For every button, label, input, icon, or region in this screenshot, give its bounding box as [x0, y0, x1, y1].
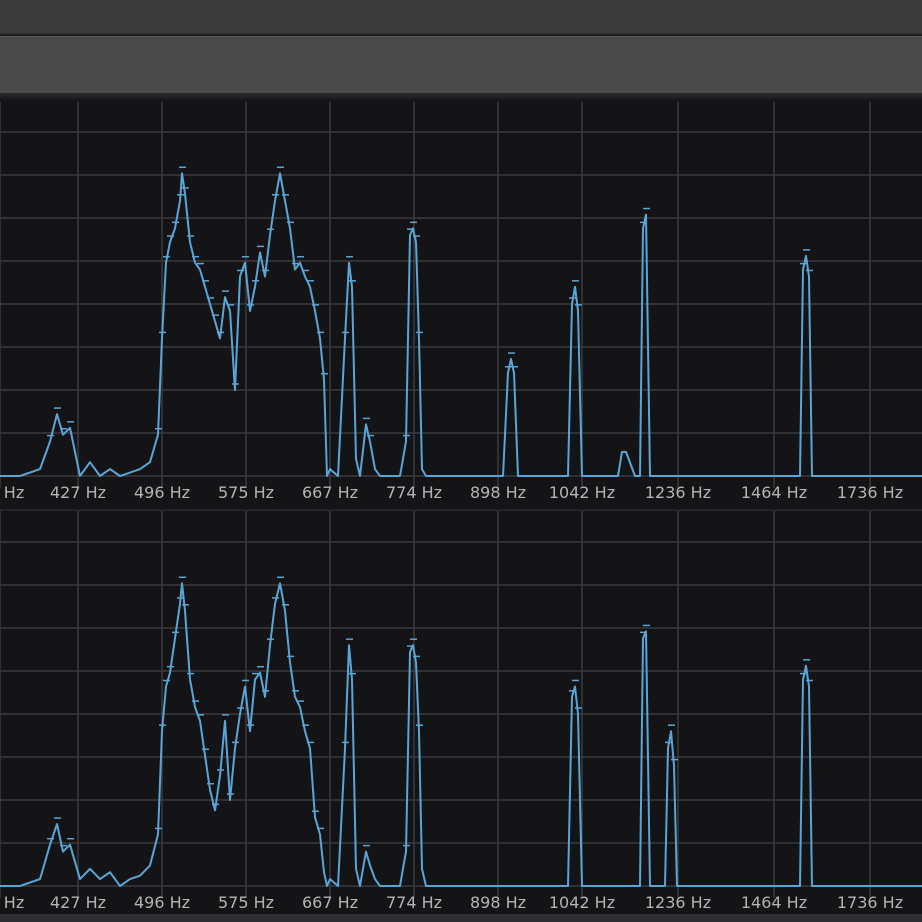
- tick-label: 774 Hz: [386, 893, 442, 912]
- tick-label: 667 Hz: [302, 483, 358, 502]
- bottom-strip: [0, 914, 922, 922]
- tick-label: Hz: [4, 483, 24, 502]
- tick-label: 1236 Hz: [645, 893, 711, 912]
- toolbar-shadow: [0, 93, 922, 101]
- spectrum-chart-bottom[interactable]: Hz 427 Hz 496 Hz 575 Hz 667 Hz 774 Hz 898 Hz 10…: [0, 511, 922, 922]
- spectrum-panel-bottom[interactable]: Hz 427 Hz 496 Hz 575 Hz 667 Hz 774 Hz 898 Hz 10…: [0, 511, 922, 922]
- tick-label: 774 Hz: [386, 483, 442, 502]
- tick-label: 575 Hz: [218, 893, 274, 912]
- tick-label: 1464 Hz: [741, 893, 807, 912]
- spectrum-panel-top[interactable]: Hz 427 Hz 496 Hz 575 Hz 667 Hz 774 Hz 898 Hz 10…: [0, 102, 922, 509]
- tick-label: 496 Hz: [134, 893, 190, 912]
- tick-label: Hz: [4, 893, 24, 912]
- tick-label: 427 Hz: [50, 893, 106, 912]
- tick-label: 496 Hz: [134, 483, 190, 502]
- toolbar: [0, 36, 922, 94]
- tick-label: 1042 Hz: [549, 893, 615, 912]
- tick-label: 1736 Hz: [837, 893, 903, 912]
- tick-label: 427 Hz: [50, 483, 106, 502]
- spectrum-chart-top[interactable]: Hz 427 Hz 496 Hz 575 Hz 667 Hz 774 Hz 898 Hz 10…: [0, 102, 922, 509]
- tick-label: 575 Hz: [218, 483, 274, 502]
- tick-label: 1236 Hz: [645, 483, 711, 502]
- title-bar: [0, 0, 922, 35]
- tick-label: 898 Hz: [470, 483, 526, 502]
- tick-label: 1042 Hz: [549, 483, 615, 502]
- tick-label: 1464 Hz: [741, 483, 807, 502]
- tick-label: 1736 Hz: [837, 483, 903, 502]
- tick-label: 898 Hz: [470, 893, 526, 912]
- tick-label: 667 Hz: [302, 893, 358, 912]
